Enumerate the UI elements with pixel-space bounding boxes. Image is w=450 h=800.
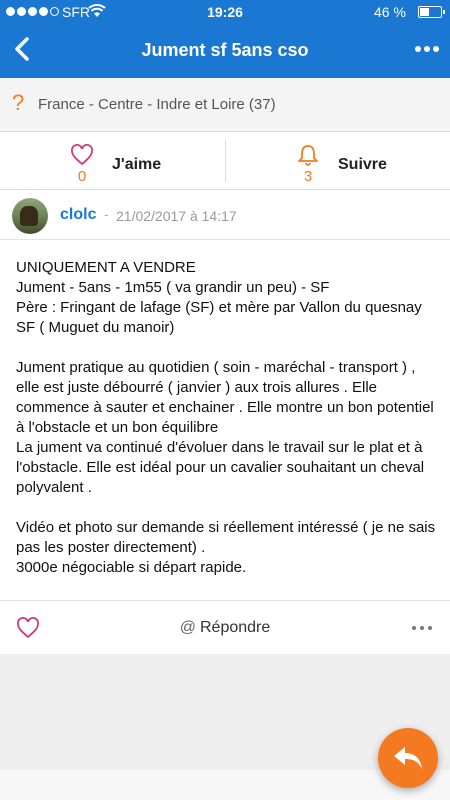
avatar[interactable]	[12, 198, 48, 234]
reply-label: Répondre	[199, 619, 271, 636]
like-label: J'aime	[112, 156, 162, 173]
post-line: Jument pratique au quotidien ( soin - ma…	[16, 359, 434, 436]
location-bar: ? France - Centre - Indre et Loire (37)	[0, 78, 450, 132]
question-mark-icon: ?	[12, 90, 25, 115]
page-title: Jument sf 5ans cso	[141, 40, 309, 60]
post-header: clolc - 21/02/2017 à 14:17	[0, 190, 450, 240]
reply-fab-button[interactable]	[378, 728, 438, 788]
author-name[interactable]: clolc	[60, 206, 96, 224]
follow-count: 3	[303, 168, 313, 185]
follow-button[interactable]: 3 Suivre	[226, 132, 450, 190]
post-body: UNIQUEMENT A VENDRE Jument - 5ans - 1m55…	[16, 258, 436, 578]
top-bar: SFR 19:26 46 % Jument sf 5ans cso	[0, 0, 450, 78]
post-card: clolc - 21/02/2017 à 14:17 UNIQUEMENT A …	[0, 190, 450, 654]
location-text: France - Centre - Indre et Loire (37)	[38, 96, 276, 113]
status-bar: SFR 19:26 46 %	[0, 0, 450, 24]
post-line: Jument - 5ans - 1m55 ( va grandir un peu…	[16, 279, 330, 296]
heart-outline-icon	[71, 144, 93, 166]
bell-outline-icon	[298, 145, 318, 166]
battery-icon	[418, 6, 445, 18]
nav-bar: Jument sf 5ans cso	[0, 24, 450, 78]
reply-button[interactable]: @ Répondre	[0, 619, 450, 637]
at-icon: @	[179, 619, 196, 636]
like-count: 0	[77, 168, 87, 185]
battery-percent: 46 %	[374, 4, 406, 20]
post-line: La jument va continué d'évoluer dans le …	[16, 439, 425, 496]
post-line: UNIQUEMENT A VENDRE	[16, 259, 196, 276]
like-button[interactable]: 0 J'aime	[0, 132, 224, 190]
post-footer: @ Répondre	[0, 600, 450, 654]
post-line: Vidéo et photo sur demande si réellement…	[16, 519, 436, 556]
more-horizontal-icon[interactable]	[410, 617, 434, 639]
header-separator: -	[104, 206, 109, 222]
action-bar: 0 J'aime 3 Suivre	[0, 132, 450, 190]
more-horizontal-icon[interactable]	[412, 34, 442, 64]
post-line: 3000e négociable si départ rapide.	[16, 559, 247, 576]
post-line: Père : Fringant de lafage (SF) et mère p…	[16, 299, 422, 336]
post-date: 21/02/2017 à 14:17	[116, 208, 237, 224]
follow-label: Suivre	[338, 156, 387, 173]
battery-level	[420, 8, 429, 16]
reply-arrow-icon	[394, 747, 422, 769]
